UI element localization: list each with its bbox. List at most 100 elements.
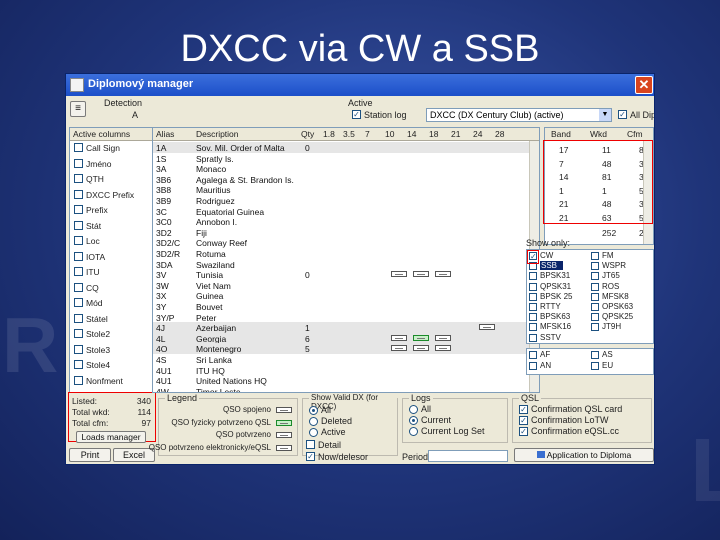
- table-row[interactable]: 1S Spratly Is.: [153, 153, 539, 164]
- print-button[interactable]: Print: [69, 448, 111, 462]
- table-row[interactable]: 3A Monaco: [153, 163, 539, 174]
- alias-cell: 3D2: [156, 227, 172, 238]
- legend-label: QSO spojeno: [222, 405, 271, 414]
- column-checkbox[interactable]: [74, 298, 83, 307]
- valid-radio[interactable]: [309, 428, 318, 437]
- all-diplomas-checkbox[interactable]: ✓: [618, 110, 627, 119]
- mode-checkbox[interactable]: [591, 292, 599, 301]
- table-row[interactable]: 1A Sov. Mil. Order of Malta 0: [153, 142, 539, 153]
- table-row[interactable]: 3B9 Rodriguez: [153, 195, 539, 206]
- column-header[interactable]: 24: [473, 129, 482, 139]
- table-row[interactable]: 3X Guinea: [153, 290, 539, 301]
- title-bar[interactable]: Diplomový manager ✕: [66, 74, 654, 96]
- station-log-select[interactable]: DXCC (DX Century Club) (active) ▼: [426, 108, 612, 122]
- table-row[interactable]: 3B8 Mauritius: [153, 184, 539, 195]
- qsl-checkbox[interactable]: ✓: [519, 416, 528, 425]
- column-checkbox[interactable]: [74, 236, 83, 245]
- table-row[interactable]: 3Y/P Peter: [153, 312, 539, 323]
- valid-radio[interactable]: [309, 406, 318, 415]
- column-checkbox[interactable]: [74, 344, 83, 354]
- table-row[interactable]: 3D2 Fiji: [153, 227, 539, 238]
- column-header[interactable]: 10: [385, 129, 394, 139]
- chevron-down-icon[interactable]: ▼: [599, 109, 611, 121]
- table-row[interactable]: 3DA Swaziland: [153, 259, 539, 270]
- column-checkbox[interactable]: [74, 189, 83, 199]
- column-checkbox[interactable]: [74, 174, 83, 183]
- valid-radio[interactable]: [309, 417, 318, 426]
- table-row[interactable]: 3Y Bouvet: [153, 301, 539, 312]
- table-row[interactable]: 4O Montenegro 5: [153, 343, 539, 354]
- column-header[interactable]: Alias: [156, 129, 174, 139]
- column-header[interactable]: Qty: [301, 129, 314, 139]
- band-stats-header-cell[interactable]: Band: [551, 129, 571, 139]
- table-row[interactable]: 4L Georgia 6: [153, 332, 539, 344]
- mode-checkbox[interactable]: [529, 292, 537, 301]
- column-header[interactable]: 7: [365, 129, 370, 139]
- mode-checkbox[interactable]: [529, 272, 537, 281]
- table-row[interactable]: 3D2/R Rotuma: [153, 248, 539, 259]
- column-checkbox[interactable]: [74, 158, 83, 168]
- table-row[interactable]: 4S Sri Lanka: [153, 354, 539, 365]
- continent-checkbox[interactable]: [591, 351, 599, 359]
- column-checkbox[interactable]: [74, 143, 83, 152]
- detail-checkbox[interactable]: [306, 440, 315, 449]
- column-checkbox[interactable]: [74, 375, 83, 385]
- mode-checkbox[interactable]: [591, 272, 599, 281]
- continent-checkbox[interactable]: [529, 362, 537, 370]
- sort-icon[interactable]: A: [132, 110, 138, 120]
- mode-checkbox[interactable]: [529, 333, 537, 342]
- column-header[interactable]: 28: [495, 129, 504, 139]
- column-checkbox[interactable]: [74, 360, 83, 369]
- mode-checkbox[interactable]: [591, 303, 599, 311]
- logs-radio[interactable]: [409, 427, 418, 436]
- mode-checkbox[interactable]: [529, 323, 537, 332]
- mode-checkbox[interactable]: [591, 262, 599, 271]
- column-header[interactable]: 3.5: [343, 129, 355, 139]
- qsl-checkbox[interactable]: ✓: [519, 405, 528, 414]
- continent-checkbox[interactable]: [529, 351, 537, 359]
- band-stats-header-cell[interactable]: Wkd: [590, 129, 607, 139]
- table-row[interactable]: 3D2/C Conway Reef: [153, 237, 539, 248]
- close-button[interactable]: ✕: [635, 76, 653, 94]
- column-checkbox[interactable]: [74, 282, 83, 292]
- logs-radio[interactable]: [409, 405, 418, 414]
- band-stats-header-cell[interactable]: Cfm: [627, 129, 643, 139]
- period-input[interactable]: [428, 450, 508, 462]
- loads-manager-button[interactable]: Loads manager: [76, 431, 146, 443]
- column-header[interactable]: Description: [196, 129, 239, 139]
- column-header[interactable]: 14: [407, 129, 416, 139]
- mode-checkbox[interactable]: [591, 313, 599, 322]
- column-checkbox[interactable]: [74, 220, 83, 230]
- qty-cell: 5: [305, 344, 310, 355]
- table-row[interactable]: 4W Timor Leste: [153, 386, 539, 392]
- mode-checkbox[interactable]: [591, 282, 599, 291]
- column-checkbox[interactable]: [74, 267, 83, 276]
- mode-checkbox[interactable]: [591, 252, 599, 260]
- mode-checkbox[interactable]: [529, 282, 537, 291]
- table-row[interactable]: 3B6 Agalega & St. Brandon Is.: [153, 174, 539, 185]
- toolbar-icon-button[interactable]: ≡: [70, 101, 86, 117]
- mode-checkbox[interactable]: [529, 303, 537, 311]
- table-row[interactable]: 4U1 ITU HQ: [153, 365, 539, 376]
- continent-checkbox[interactable]: [591, 362, 599, 370]
- mode-checkbox[interactable]: [529, 313, 537, 322]
- table-row[interactable]: 3V Tunisia 0: [153, 269, 539, 280]
- mode-checkbox[interactable]: [591, 323, 599, 332]
- table-row[interactable]: 3C0 Annobon I.: [153, 216, 539, 227]
- apply-to-diploma-button[interactable]: Application to Diploma: [514, 448, 654, 462]
- new-checkbox[interactable]: ✓: [306, 452, 315, 461]
- qsl-checkbox[interactable]: ✓: [519, 427, 528, 436]
- column-checkbox[interactable]: [74, 251, 83, 261]
- table-row[interactable]: 4U1 United Nations HQ: [153, 375, 539, 386]
- column-header[interactable]: 18: [429, 129, 438, 139]
- station-log-checkbox[interactable]: ✓: [352, 110, 361, 119]
- column-header[interactable]: 1.8: [323, 129, 335, 139]
- column-checkbox[interactable]: [74, 313, 83, 323]
- table-row[interactable]: 3C Equatorial Guinea: [153, 206, 539, 217]
- valid-option-label: All: [321, 405, 332, 415]
- column-checkbox[interactable]: [74, 329, 83, 338]
- table-row[interactable]: 3W Viet Nam: [153, 280, 539, 291]
- column-header[interactable]: 21: [451, 129, 460, 139]
- logs-radio[interactable]: [409, 416, 418, 425]
- column-checkbox[interactable]: [74, 205, 83, 214]
